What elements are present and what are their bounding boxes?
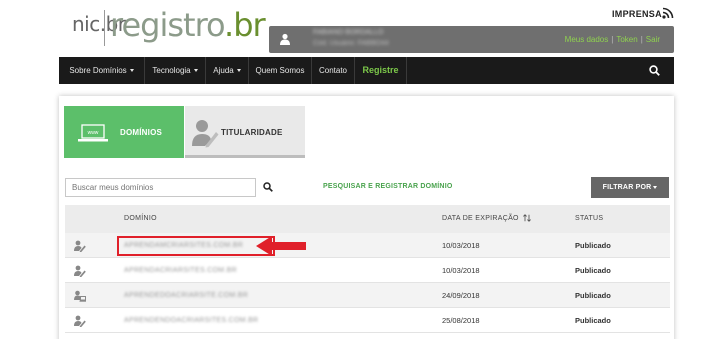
column-domain[interactable]: DOMÍNIO — [124, 205, 157, 233]
page: nic.br registro.br IMPRENSA FABIANO BORD… — [0, 0, 728, 339]
nav-label: Registre — [362, 65, 399, 75]
main-nav: Sobre Domínios Tecnologia Ajuda Quem Som… — [59, 57, 674, 84]
link-separator: | — [640, 35, 643, 44]
meus-dados-link[interactable]: Meus dados — [565, 35, 609, 44]
expiration-date: 24/09/2018 — [442, 291, 480, 300]
filter-label: FILTRAR POR — [602, 184, 652, 191]
edit-person-icon[interactable] — [74, 265, 86, 277]
status-value: Publicado — [575, 266, 611, 275]
search-register-domain-link[interactable]: PESQUISAR E REGISTRAR DOMÍNIO — [323, 183, 452, 190]
expiration-date: 10/03/2018 — [442, 241, 480, 250]
domains-panel: www DOMÍNIOS TITULARIDADE PESQUISAR E RE… — [59, 96, 674, 339]
user-links: Meus dados | Token | Sair — [565, 35, 660, 44]
column-status: STATUS — [575, 215, 604, 222]
edit-person-icon[interactable] — [74, 315, 86, 327]
tab-dominios-label: DOMÍNIOS — [120, 128, 163, 137]
imprensa-link[interactable]: IMPRENSA — [612, 9, 662, 19]
user-code: Cód. Usuário: FABBO44 — [313, 40, 389, 47]
nav-label: Sobre Domínios — [69, 66, 127, 75]
nav-label: Quem Somos — [255, 66, 305, 75]
user-bar: FABIANO BORDALLO Cód. Usuário: FABBO44 M… — [269, 26, 674, 53]
status-value: Publicado — [575, 291, 611, 300]
column-expiration-label: DATA DE EXPIRAÇÃO — [442, 215, 519, 222]
table-row[interactable]: APRENDEDOACRIARSITE.COM.BR 24/09/2018 Pu… — [65, 283, 670, 308]
search-icon[interactable] — [263, 182, 273, 192]
logo-registro-text: registro — [110, 6, 225, 44]
tab-titularidade-label: TITULARIDADE — [221, 128, 283, 137]
search-icon[interactable] — [649, 65, 660, 76]
token-link[interactable]: Token — [616, 35, 637, 44]
caret-down-icon — [129, 69, 134, 73]
link-separator: | — [611, 35, 614, 44]
column-expiration[interactable]: DATA DE EXPIRAÇÃO — [442, 205, 531, 233]
caret-down-icon — [193, 69, 198, 73]
person-edit-icon — [192, 120, 219, 148]
edit-person-icon[interactable] — [74, 240, 86, 252]
nav-ajuda[interactable]: Ajuda — [206, 57, 249, 84]
tab-dominios[interactable]: www DOMÍNIOS — [64, 106, 184, 158]
nav-registre[interactable]: Registre — [355, 57, 407, 84]
registro-br-logo[interactable]: registro.br — [110, 6, 266, 44]
logo-divider — [104, 10, 105, 46]
nav-label: Tecnologia — [152, 66, 191, 75]
sair-link[interactable]: Sair — [646, 35, 660, 44]
table-row[interactable]: APRENDENDOACRIARSITES.COM.BR 25/08/2018 … — [65, 308, 670, 333]
filter-button[interactable]: FILTRAR POR — [591, 177, 669, 198]
search-domains-input[interactable] — [65, 178, 256, 197]
user-icon — [280, 33, 290, 45]
tab-titularidade[interactable]: TITULARIDADE — [185, 106, 305, 158]
nav-quem-somos[interactable]: Quem Somos — [249, 57, 312, 84]
nav-label: Ajuda — [213, 66, 234, 75]
logo-br-text: .br — [224, 6, 266, 44]
status-value: Publicado — [575, 241, 611, 250]
nav-sobre-dominios[interactable]: Sobre Domínios — [59, 57, 145, 84]
nav-tecnologia[interactable]: Tecnologia — [145, 57, 206, 84]
sort-icon[interactable] — [523, 214, 531, 222]
user-name: FABIANO BORDALLO — [313, 29, 384, 36]
table-header: DOMÍNIO DATA DE EXPIRAÇÃO STATUS — [65, 205, 670, 233]
caret-down-icon — [653, 185, 658, 189]
red-arrow-icon — [256, 236, 306, 256]
caret-down-icon — [236, 69, 241, 73]
rss-icon[interactable] — [662, 7, 674, 19]
expiration-date: 10/03/2018 — [442, 266, 480, 275]
highlight-box — [117, 236, 275, 256]
laptop-www-icon: www — [78, 124, 108, 142]
network-person-icon[interactable] — [74, 290, 86, 302]
domain-name[interactable]: APRENDACRIARSITES.COM.BR — [124, 258, 237, 283]
svg-text:www: www — [88, 130, 99, 136]
nav-contato[interactable]: Contato — [312, 57, 355, 84]
domain-name[interactable]: APRENDENDOACRIARSITES.COM.BR — [124, 308, 258, 333]
table-row[interactable]: APRENDACRIARSITES.COM.BR 10/03/2018 Publ… — [65, 258, 670, 283]
status-value: Publicado — [575, 316, 611, 325]
domain-name[interactable]: APRENDEDOACRIARSITE.COM.BR — [124, 283, 248, 308]
expiration-date: 25/08/2018 — [442, 316, 480, 325]
nav-label: Contato — [318, 66, 348, 75]
